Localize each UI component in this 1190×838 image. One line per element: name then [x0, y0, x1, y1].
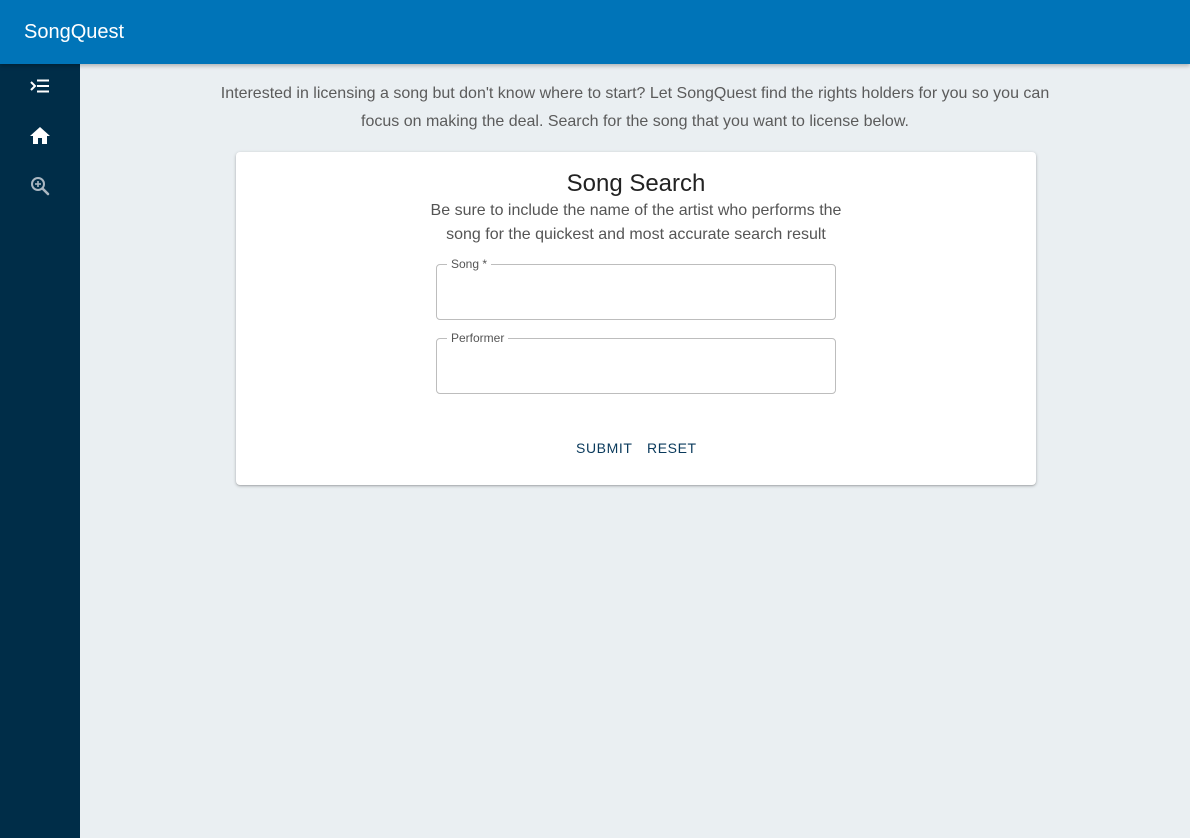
performer-field: Performer: [436, 331, 836, 394]
menu-collapse-button[interactable]: [24, 72, 56, 104]
home-icon: [28, 124, 52, 153]
card-subtitle: Be sure to include the name of the artis…: [430, 202, 842, 243]
sidebar-item-home[interactable]: [24, 122, 56, 154]
submit-button[interactable]: SUBMIT: [568, 430, 641, 466]
sidebar-item-search[interactable]: [24, 172, 56, 204]
song-input[interactable]: [437, 265, 835, 319]
main-content: Interested in licensing a song but don't…: [80, 64, 1190, 838]
app-title[interactable]: SongQuest: [24, 19, 124, 45]
song-field: Song *: [436, 257, 836, 320]
menu-collapse-icon: [28, 74, 52, 103]
song-search-card: Song Search Be sure to include the name …: [236, 152, 1036, 485]
sidebar: [0, 64, 80, 838]
card-title: Song Search: [566, 170, 706, 197]
reset-button[interactable]: RESET: [639, 430, 705, 466]
search-zoom-icon: [28, 174, 52, 203]
intro-text: Interested in licensing a song but don't…: [220, 85, 1050, 130]
performer-input[interactable]: [437, 339, 835, 393]
app-bar: SongQuest: [0, 0, 1190, 64]
